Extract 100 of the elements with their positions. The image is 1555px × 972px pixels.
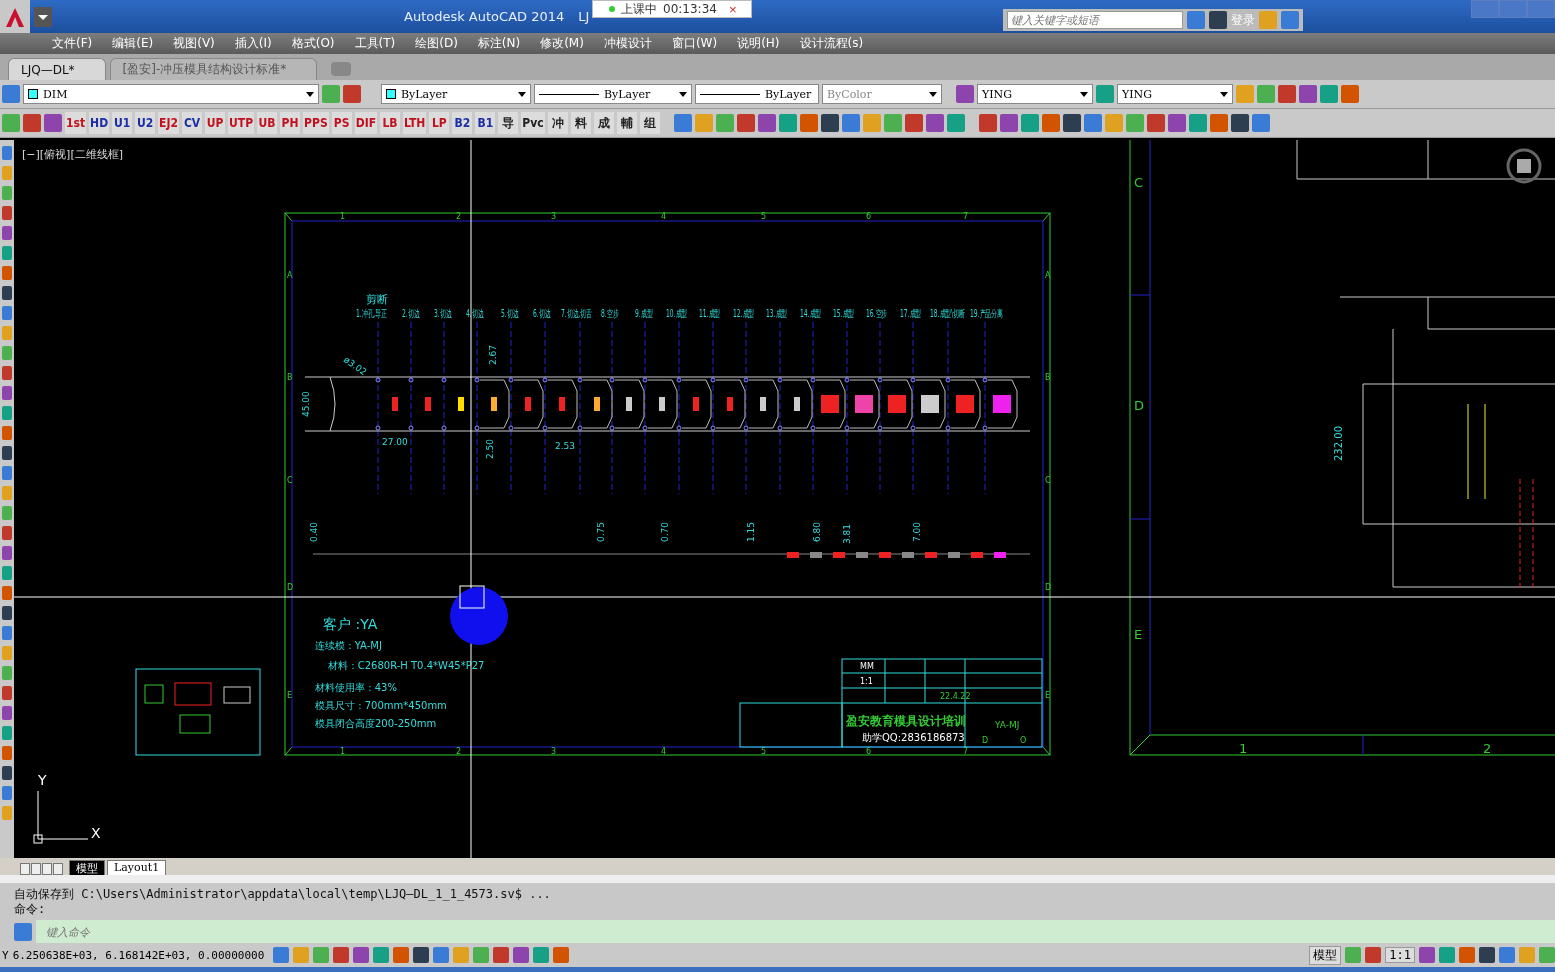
menu-item[interactable]: 插入(I) xyxy=(224,35,282,52)
tool-icon[interactable] xyxy=(2,286,12,300)
status-tool-icon[interactable] xyxy=(1519,947,1535,963)
drafting-toggle-icon[interactable] xyxy=(332,947,349,963)
tool-icon[interactable] xyxy=(1146,114,1165,132)
tool-icon[interactable] xyxy=(925,114,944,132)
caret-icon[interactable] xyxy=(518,91,526,97)
lineweight-dropdown[interactable]: ByLayer xyxy=(695,84,819,104)
tool-button[interactable]: 1st xyxy=(65,112,87,134)
drafting-toggle-icon[interactable] xyxy=(512,947,529,963)
tool-button[interactable]: 冲 xyxy=(547,112,568,134)
menu-item[interactable]: 窗口(W) xyxy=(661,35,728,52)
linetype-dropdown[interactable]: ByLayer xyxy=(534,84,692,104)
tool-icon[interactable] xyxy=(1062,114,1081,132)
viewport-label[interactable]: [−][俯视][二维线框] xyxy=(22,148,123,161)
tool-icon[interactable] xyxy=(2,446,12,460)
drafting-toggle-icon[interactable] xyxy=(392,947,409,963)
menu-item[interactable]: 工具(T) xyxy=(344,35,406,52)
status-tool-icon[interactable] xyxy=(1459,947,1475,963)
tool-icon[interactable] xyxy=(999,114,1018,132)
tool-button[interactable]: UTP xyxy=(228,112,255,134)
menu-item[interactable]: 设计流程(s) xyxy=(789,35,874,52)
tool-button[interactable]: LTH xyxy=(403,112,427,134)
caret-icon[interactable] xyxy=(1080,91,1088,97)
status-tool-icon[interactable] xyxy=(1499,947,1515,963)
tool-icon[interactable] xyxy=(1167,114,1186,132)
view-cube-icon[interactable] xyxy=(1506,148,1542,184)
drafting-toggle-icon[interactable] xyxy=(312,947,329,963)
drafting-toggle-icon[interactable] xyxy=(372,947,389,963)
tool-icon[interactable] xyxy=(2,606,12,620)
tool-button[interactable]: HD xyxy=(89,112,110,134)
drafting-toggle-icon[interactable] xyxy=(452,947,469,963)
tool-button[interactable]: 成 xyxy=(593,112,614,134)
menu-item[interactable]: 说明(H) xyxy=(727,35,790,52)
tool-icon[interactable] xyxy=(978,114,997,132)
tool-button[interactable]: Pvc xyxy=(521,112,545,134)
tool-icon[interactable] xyxy=(1230,114,1249,132)
text-style-dropdown[interactable]: YING xyxy=(977,84,1093,104)
document-tab[interactable]: LJQ—DL* xyxy=(8,58,106,80)
tool-button[interactable]: LB xyxy=(380,112,401,134)
document-tab[interactable]: [盈安]-冲压模具结构设计标准* xyxy=(109,58,318,80)
layout-tab[interactable]: Layout1 xyxy=(107,860,167,875)
tool-icon[interactable] xyxy=(736,114,755,132)
drafting-toggle-icon[interactable] xyxy=(292,947,309,963)
drafting-toggle-icon[interactable] xyxy=(552,947,569,963)
menu-item[interactable]: 格式(O) xyxy=(281,35,345,52)
search-field[interactable]: 键入关键字或短语 xyxy=(1007,11,1183,29)
tool-button[interactable]: 輔 xyxy=(616,112,637,134)
close-button[interactable] xyxy=(1527,0,1555,18)
drafting-toggle-icon[interactable] xyxy=(492,947,509,963)
nav-arrow-button[interactable] xyxy=(42,863,52,875)
menu-item[interactable]: 标注(N) xyxy=(467,35,531,52)
tool-icon[interactable] xyxy=(820,114,839,132)
dropdown-caret-icon[interactable] xyxy=(34,6,52,27)
tool-button[interactable]: UB xyxy=(257,112,278,134)
drafting-toggle-icon[interactable] xyxy=(432,947,449,963)
tool-button[interactable]: U2 xyxy=(135,112,156,134)
drafting-toggle-icon[interactable] xyxy=(272,947,289,963)
drafting-toggle-icon[interactable] xyxy=(532,947,549,963)
horizontal-scrollbar[interactable] xyxy=(0,875,1555,883)
status-tool-icon[interactable] xyxy=(1439,947,1455,963)
plot-style-dropdown[interactable]: ByColor xyxy=(822,84,942,104)
drafting-toggle-icon[interactable] xyxy=(472,947,489,963)
command-input-field[interactable]: 键入命令 xyxy=(36,920,1555,943)
tool-button[interactable]: 料 xyxy=(570,112,591,134)
tool-button[interactable]: PPS xyxy=(303,112,329,134)
dimension-style-dropdown[interactable]: YING xyxy=(1117,84,1233,104)
tool-icon[interactable] xyxy=(904,114,923,132)
tool-button[interactable]: 导 xyxy=(498,112,519,134)
nav-arrow-button[interactable] xyxy=(20,863,30,875)
menu-item[interactable]: 视图(V) xyxy=(163,35,225,52)
drafting-toggle-icon[interactable] xyxy=(412,947,429,963)
tool-icon[interactable] xyxy=(2,766,12,780)
annotation-scale-button[interactable]: 1:1 xyxy=(1385,947,1415,963)
tool-button[interactable]: LP xyxy=(429,112,450,134)
menu-item[interactable]: 绘图(D) xyxy=(405,35,468,52)
new-tab-button[interactable] xyxy=(331,62,352,76)
caret-icon[interactable] xyxy=(929,91,937,97)
tool-button[interactable]: UP xyxy=(205,112,225,134)
tool-button[interactable]: PS xyxy=(331,112,352,134)
app-logo-icon[interactable] xyxy=(0,0,30,33)
tool-button[interactable]: EJ2 xyxy=(158,112,179,134)
caret-icon[interactable] xyxy=(306,91,314,97)
minimize-button[interactable] xyxy=(1471,0,1499,18)
model-space-button[interactable]: 模型 xyxy=(1309,945,1342,965)
menu-item[interactable]: 编辑(E) xyxy=(102,35,164,52)
tool-button[interactable]: B1 xyxy=(475,112,496,134)
color-dropdown[interactable]: ByLayer xyxy=(381,84,531,104)
tool-button[interactable]: B2 xyxy=(452,112,473,134)
menu-item[interactable]: 修改(M) xyxy=(530,35,594,52)
drafting-toggle-icon[interactable] xyxy=(352,947,369,963)
status-tool-icon[interactable] xyxy=(1419,947,1435,963)
tool-button[interactable]: U1 xyxy=(112,112,133,134)
layer-dropdown[interactable]: DIM xyxy=(23,84,319,104)
nav-arrow-button[interactable] xyxy=(53,863,63,875)
maximize-button[interactable] xyxy=(1499,0,1527,18)
status-tool-icon[interactable] xyxy=(1539,947,1555,963)
status-tool-icon[interactable] xyxy=(1479,947,1495,963)
tool-button[interactable]: PH xyxy=(280,112,301,134)
nav-arrow-button[interactable] xyxy=(31,863,41,875)
